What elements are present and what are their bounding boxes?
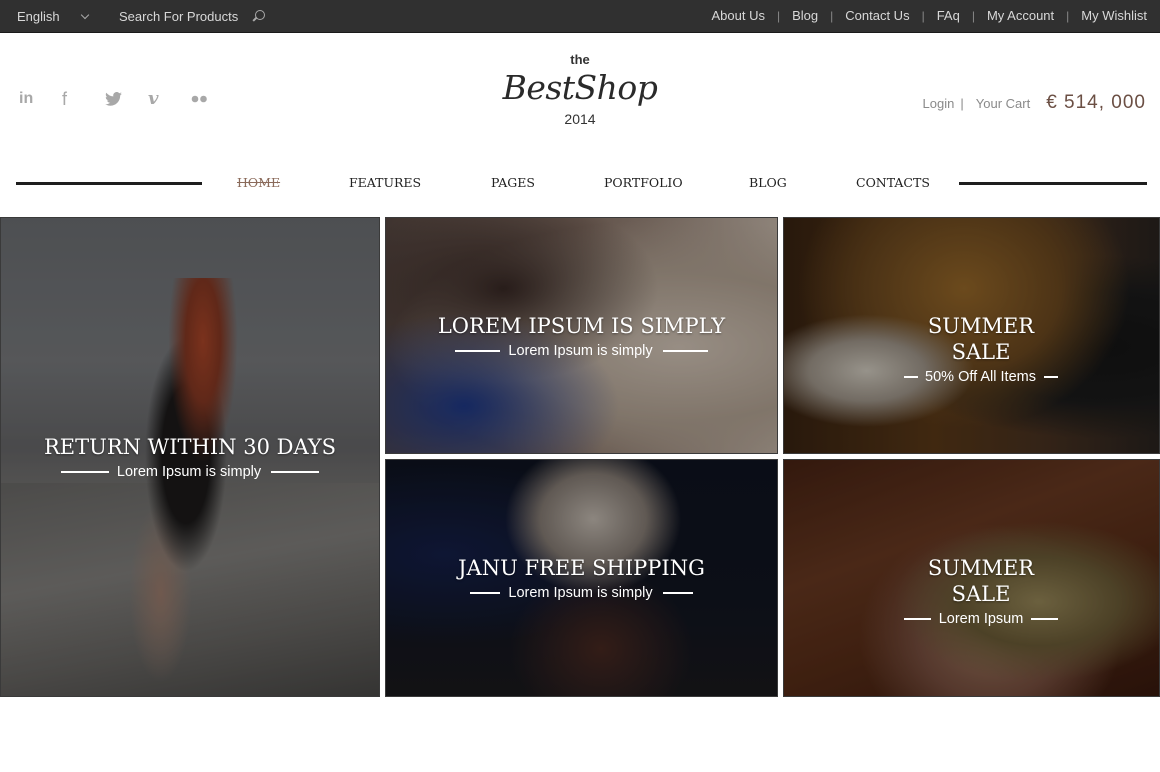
promo-title: SUMMER SALE (927, 314, 1035, 364)
promo-tile-free-shipping[interactable]: JANU FREE SHIPPING Lorem Ipsum is simply (385, 459, 778, 697)
flickr-icon[interactable] (191, 95, 234, 103)
cart-total[interactable]: € 514, 000 (1046, 92, 1146, 114)
cart-link[interactable]: Your Cart (976, 96, 1030, 111)
promo-caption: RETURN WITHIN 30 DAYS Lorem Ipsum is sim… (1, 434, 379, 481)
promo-subtitle-row: Lorem Ipsum (903, 610, 1059, 628)
promo-title: LOREM IPSUM IS SIMPLY (437, 314, 726, 338)
link-blog[interactable]: Blog (792, 8, 818, 23)
main-nav: HOME FEATURES PAGES PORTFOLIO BLOG CONTA… (0, 170, 1160, 196)
vimeo-icon[interactable]: v (148, 89, 191, 109)
nav-divider-left (16, 182, 202, 185)
promo-tile-lorem[interactable]: LOREM IPSUM IS SIMPLY Lorem Ipsum is sim… (385, 217, 778, 454)
nav-item-contacts[interactable]: CONTACTS (856, 175, 930, 190)
language-selector[interactable]: English (17, 9, 89, 24)
promo-tile-summer-sale[interactable]: SUMMER SALE 50% Off All Items (783, 217, 1160, 454)
decorative-line (271, 471, 320, 473)
decorative-line (470, 592, 501, 594)
top-links: About Us | Blog | Contact Us | FAq | My … (712, 8, 1148, 23)
search-icon[interactable] (251, 9, 265, 24)
promo-subtitle-row: Lorem Ipsum is simply (470, 584, 693, 602)
facebook-icon[interactable]: f (62, 89, 105, 109)
decorative-line (1043, 376, 1058, 378)
top-bar: English About Us | Blog | Contact Us | F… (0, 0, 1160, 33)
link-about-us[interactable]: About Us (712, 8, 765, 23)
promo-subtitle-row: 50% Off All Items (904, 368, 1058, 386)
separator: | (830, 8, 834, 23)
language-label: English (17, 9, 60, 24)
link-my-wishlist[interactable]: My Wishlist (1081, 8, 1147, 23)
promo-caption: JANU FREE SHIPPING Lorem Ipsum is simply (386, 555, 777, 602)
social-links: in f v (19, 89, 234, 109)
separator: | (960, 96, 964, 111)
promo-subtitle-row: Lorem Ipsum is simply (455, 342, 708, 360)
promo-tile-summer-sale-2[interactable]: SUMMER SALE Lorem Ipsum (783, 459, 1160, 697)
nav-divider-right (959, 182, 1147, 185)
promo-title: SUMMER SALE (927, 556, 1035, 606)
linkedin-icon[interactable]: in (19, 89, 62, 109)
logo-year: 2014 (564, 111, 596, 127)
search-input[interactable] (119, 9, 244, 24)
nav-item-portfolio[interactable]: PORTFOLIO (604, 175, 683, 190)
separator: | (1066, 8, 1070, 23)
promo-caption: SUMMER SALE 50% Off All Items (899, 313, 1063, 386)
promo-subtitle-row: Lorem Ipsum is simply (60, 463, 320, 481)
account-area: Login | Your Cart € 514, 000 (923, 92, 1146, 114)
promo-title: RETURN WITHIN 30 DAYS (43, 435, 337, 459)
nav-item-home[interactable]: HOME (237, 175, 280, 190)
promo-caption: SUMMER SALE Lorem Ipsum (899, 555, 1063, 628)
separator: | (971, 8, 975, 23)
nav-item-features[interactable]: FEATURES (349, 175, 421, 190)
link-my-account[interactable]: My Account (987, 8, 1054, 23)
link-contact-us[interactable]: Contact Us (845, 8, 909, 23)
promo-subtitle: Lorem Ipsum is simply (508, 585, 653, 601)
nav-item-blog[interactable]: BLOG (749, 175, 787, 190)
decorative-line (904, 376, 919, 378)
link-faq[interactable]: FAq (937, 8, 960, 23)
chevron-down-icon (80, 10, 89, 19)
decorative-line (662, 350, 708, 352)
decorative-line (60, 471, 109, 473)
promo-tile-returns[interactable]: RETURN WITHIN 30 DAYS Lorem Ipsum is sim… (0, 217, 380, 697)
promo-subtitle: Lorem Ipsum (938, 611, 1024, 627)
logo-name: BestShop (502, 68, 658, 107)
twitter-icon[interactable] (105, 92, 148, 106)
login-link[interactable]: Login (923, 96, 955, 111)
promo-subtitle: 50% Off All Items (925, 369, 1036, 385)
promo-caption: LOREM IPSUM IS SIMPLY Lorem Ipsum is sim… (386, 313, 777, 360)
decorative-line (662, 592, 693, 594)
separator: | (921, 8, 925, 23)
decorative-line (455, 350, 501, 352)
search-box (119, 9, 265, 24)
promo-title: JANU FREE SHIPPING (458, 556, 705, 580)
decorative-line (1031, 618, 1059, 620)
promo-subtitle: Lorem Ipsum is simply (116, 464, 262, 480)
separator: | (776, 8, 781, 23)
promo-subtitle: Lorem Ipsum is simply (508, 343, 653, 359)
logo-the: the (570, 52, 590, 67)
logo[interactable]: the BestShop 2014 (490, 52, 670, 128)
nav-item-pages[interactable]: PAGES (491, 175, 535, 190)
decorative-line (903, 618, 931, 620)
